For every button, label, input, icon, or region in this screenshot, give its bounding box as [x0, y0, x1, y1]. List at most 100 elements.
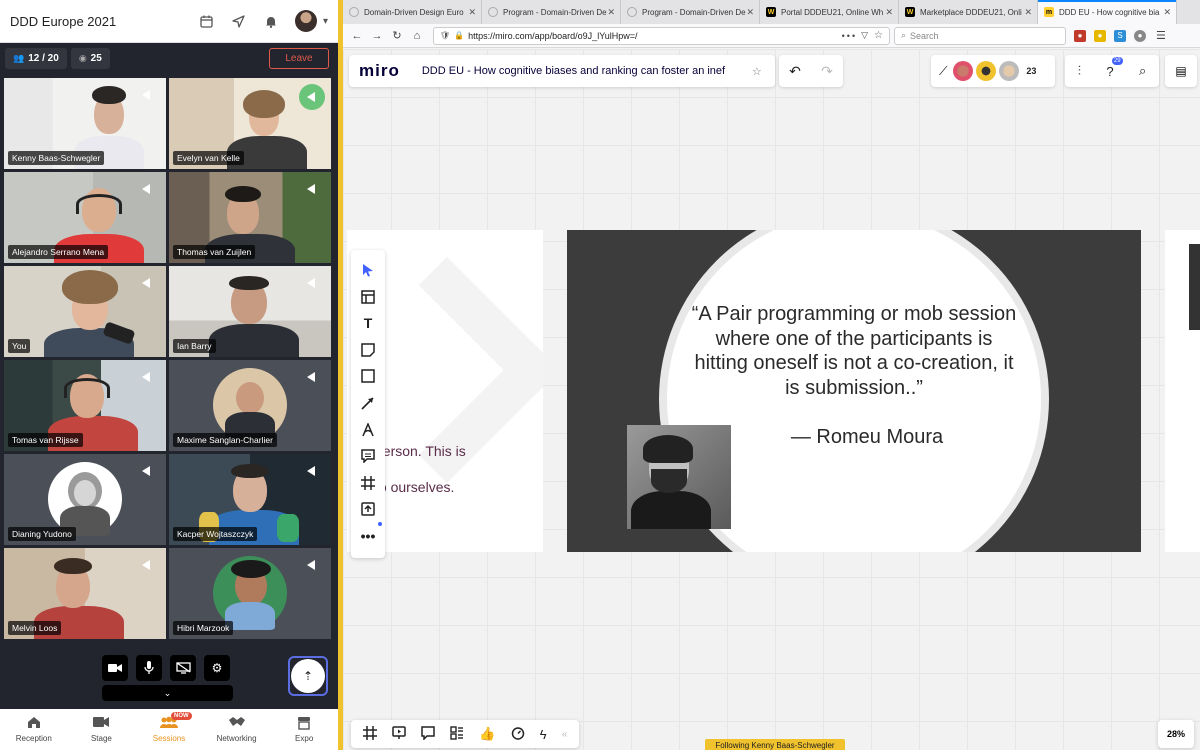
shape-icon[interactable]	[358, 366, 378, 386]
leave-button[interactable]: Leave	[269, 48, 329, 69]
extension-icon[interactable]: ●	[1094, 29, 1106, 42]
text-icon[interactable]: T	[358, 313, 378, 333]
forward-arrow-icon[interactable]: →	[367, 30, 387, 42]
nav-sessions[interactable]: NOW Sessions	[135, 709, 203, 750]
close-icon[interactable]: ✕	[885, 7, 893, 18]
microphone-button[interactable]	[136, 655, 162, 681]
close-icon[interactable]: ✕	[468, 7, 476, 18]
send-icon[interactable]	[231, 13, 247, 29]
people-icon: 👥	[13, 53, 25, 63]
templates-icon[interactable]	[358, 287, 378, 307]
user-avatar[interactable]	[294, 10, 317, 32]
close-icon[interactable]: ✕	[607, 7, 615, 18]
browser-tab[interactable]: Program - Domain-Driven De ✕	[621, 0, 760, 24]
expand-controls-button[interactable]: ⌄	[102, 685, 233, 701]
browser-tab[interactable]: W Portal DDDEU21, Online Wh ✕	[760, 0, 899, 24]
zoom-level[interactable]: 28%	[1158, 720, 1194, 748]
video-tile[interactable]: You	[4, 266, 166, 357]
collapse-chevron-icon[interactable]: «	[562, 729, 568, 740]
select-cursor-icon[interactable]	[358, 260, 378, 280]
bell-icon[interactable]	[263, 13, 279, 29]
now-badge: NOW	[170, 712, 192, 720]
settings-sliders-icon[interactable]: ⫶	[1078, 63, 1081, 79]
video-tile[interactable]: Ian Barry	[169, 266, 331, 357]
comments-icon[interactable]	[421, 725, 435, 743]
next-slide-frame[interactable]	[1165, 230, 1200, 552]
pocket-icon[interactable]: ▽	[861, 30, 868, 41]
home-icon[interactable]: ⌂	[407, 30, 427, 42]
nav-stage[interactable]: Stage	[68, 709, 136, 750]
upload-icon[interactable]	[358, 499, 378, 519]
reactions-icon[interactable]: ⟋	[939, 64, 947, 79]
extension-icon[interactable]: ●	[1074, 29, 1086, 42]
video-tile[interactable]: Kenny Baas-Schwegler	[4, 78, 166, 169]
thumbs-up-icon[interactable]: 👍	[479, 726, 495, 742]
reload-icon[interactable]: ↻	[387, 29, 407, 42]
pen-icon[interactable]	[358, 420, 378, 440]
cards-icon[interactable]	[450, 725, 464, 743]
star-icon[interactable]: ☆	[752, 65, 762, 78]
video-tile[interactable]: Alejandro Serrano Mena	[4, 172, 166, 263]
help-icon[interactable]: ? 29	[1106, 56, 1123, 79]
comment-icon[interactable]	[358, 446, 378, 466]
browser-tab-active[interactable]: m DDD EU - How cognitive bia ✕	[1038, 0, 1177, 24]
video-tile[interactable]: Hibri Marzook	[169, 548, 331, 639]
search-icon[interactable]: ⌕	[1139, 63, 1146, 79]
undo-icon[interactable]: ↶	[789, 63, 801, 80]
video-tile[interactable]: Dianing Yudono	[4, 454, 166, 545]
search-input[interactable]: ⌕ Search	[894, 26, 1066, 45]
video-tile[interactable]: Kacper Wojtaszczyk	[169, 454, 331, 545]
frame-icon[interactable]	[358, 473, 378, 493]
video-tile[interactable]: Maxime Sanglan-Charlier	[169, 360, 331, 451]
nav-expo[interactable]: Expo	[270, 709, 338, 750]
search-icon: ⌕	[901, 30, 907, 40]
close-icon[interactable]: ✕	[746, 7, 754, 18]
browser-tab[interactable]: W Marketplace DDDEU21, Onli ✕	[899, 0, 1038, 24]
participant-name: Melvin Loos	[8, 621, 62, 635]
chevron-down-icon[interactable]: ▾	[323, 16, 328, 27]
video-tile[interactable]: Evelyn van Kelle	[169, 78, 331, 169]
miro-board-canvas[interactable]: miro DDD EU - How cognitive biases and r…	[343, 49, 1200, 750]
collaborator-avatar[interactable]	[953, 61, 974, 81]
video-tile[interactable]: Melvin Loos	[4, 548, 166, 639]
collaborator-count[interactable]: 23	[1026, 66, 1036, 76]
nav-networking[interactable]: Networking	[203, 709, 271, 750]
miro-logo[interactable]: miro	[359, 61, 400, 81]
connection-line-icon[interactable]	[358, 393, 378, 413]
extension-icon[interactable]: S	[1114, 29, 1126, 42]
back-arrow-icon[interactable]: ←	[347, 30, 367, 42]
timer-icon[interactable]	[511, 726, 525, 743]
redo-icon[interactable]: ↷	[821, 63, 833, 80]
close-icon[interactable]: ✕	[1024, 7, 1032, 18]
eye-icon[interactable]	[976, 61, 997, 81]
calendar-icon[interactable]	[199, 13, 215, 29]
video-tile[interactable]: Thomas van Zuijlen	[169, 172, 331, 263]
more-tools-icon[interactable]: •••	[358, 521, 382, 546]
video-tile[interactable]: Tomas van Rijsse	[4, 360, 166, 451]
speaker-icon	[307, 278, 317, 288]
page-actions-icon[interactable]: •••	[842, 31, 857, 41]
sticky-note-icon[interactable]	[358, 340, 378, 360]
bottom-nav: Reception Stage NOW Sessions Networking	[0, 709, 338, 750]
nav-reception[interactable]: Reception	[0, 709, 68, 750]
presentation-icon[interactable]	[391, 725, 406, 743]
frames-icon[interactable]	[362, 725, 377, 743]
close-icon[interactable]: ✕	[1163, 6, 1171, 18]
browser-tab[interactable]: Program - Domain-Driven De ✕	[482, 0, 621, 24]
raise-hand-button[interactable]: ⇡	[288, 656, 328, 696]
hamburger-menu-icon[interactable]: ☰	[1156, 29, 1166, 42]
browser-tab[interactable]: Domain-Driven Design Euro ✕	[343, 0, 482, 24]
account-icon[interactable]: ●	[1134, 29, 1146, 42]
settings-button[interactable]: ⚙	[204, 655, 230, 681]
collaborator-avatar[interactable]	[999, 61, 1020, 81]
board-menu-button[interactable]: ▤	[1165, 55, 1197, 87]
address-bar[interactable]: 🛡 🔒 https://miro.com/app/board/o9J_lYulH…	[433, 26, 890, 45]
bookmark-star-icon[interactable]: ☆	[874, 30, 883, 41]
camera-button[interactable]	[102, 655, 128, 681]
board-title[interactable]: DDD EU - How cognitive biases and rankin…	[422, 65, 748, 77]
following-banner[interactable]: Following Kenny Baas-Schwegler	[705, 739, 845, 750]
participant-name: Ian Barry	[173, 339, 216, 353]
screen-share-button[interactable]	[170, 655, 196, 681]
quote-slide-frame[interactable]: “A Pair programming or mob session where…	[567, 230, 1141, 552]
lightning-icon[interactable]: ϟ	[540, 727, 547, 742]
